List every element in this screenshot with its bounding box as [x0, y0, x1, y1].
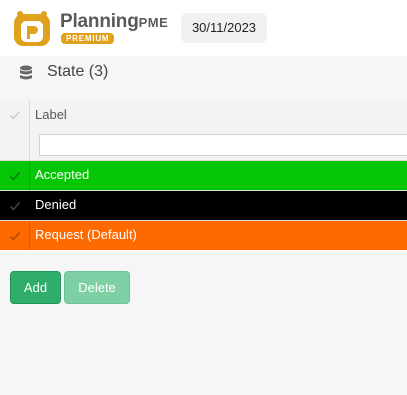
delete-button[interactable]: Delete [64, 271, 130, 304]
brand-suffix: PME [138, 15, 169, 30]
filter-row [0, 130, 407, 160]
filter-row-spacer [0, 130, 30, 160]
add-button[interactable]: Add [10, 271, 61, 304]
select-all-checkbox[interactable] [0, 100, 30, 130]
brand-name: PlanningPME [60, 11, 168, 33]
check-icon [9, 201, 21, 211]
table-row[interactable]: Request (Default) [0, 220, 407, 250]
row-checkbox[interactable] [0, 221, 30, 250]
check-icon [9, 110, 21, 120]
row-label: Accepted [35, 167, 90, 182]
grid-header: Label [0, 100, 407, 130]
column-header-label[interactable]: Label [35, 107, 67, 122]
check-icon [9, 231, 21, 241]
row-checkbox[interactable] [0, 191, 30, 220]
app-header: PlanningPME PREMIUM 30/11/2023 [0, 0, 407, 56]
row-label: Request (Default) [35, 227, 137, 242]
table-row[interactable]: Accepted [0, 160, 407, 190]
check-icon [9, 171, 21, 181]
date-display[interactable]: 30/11/2023 [181, 13, 267, 43]
premium-badge: PREMIUM [61, 33, 115, 44]
states-grid: Label Accepted Denied Request (Default) [0, 100, 407, 251]
planningpme-logo-icon[interactable] [12, 8, 52, 48]
database-icon [20, 65, 32, 80]
brand-name-text: Planning [60, 11, 139, 32]
label-filter-input[interactable] [39, 134, 407, 156]
row-label: Denied [35, 197, 77, 212]
section-header: State (3) [0, 56, 407, 100]
row-checkbox[interactable] [0, 161, 30, 190]
table-row[interactable]: Denied [0, 190, 407, 220]
section-title: State (3) [47, 63, 109, 80]
